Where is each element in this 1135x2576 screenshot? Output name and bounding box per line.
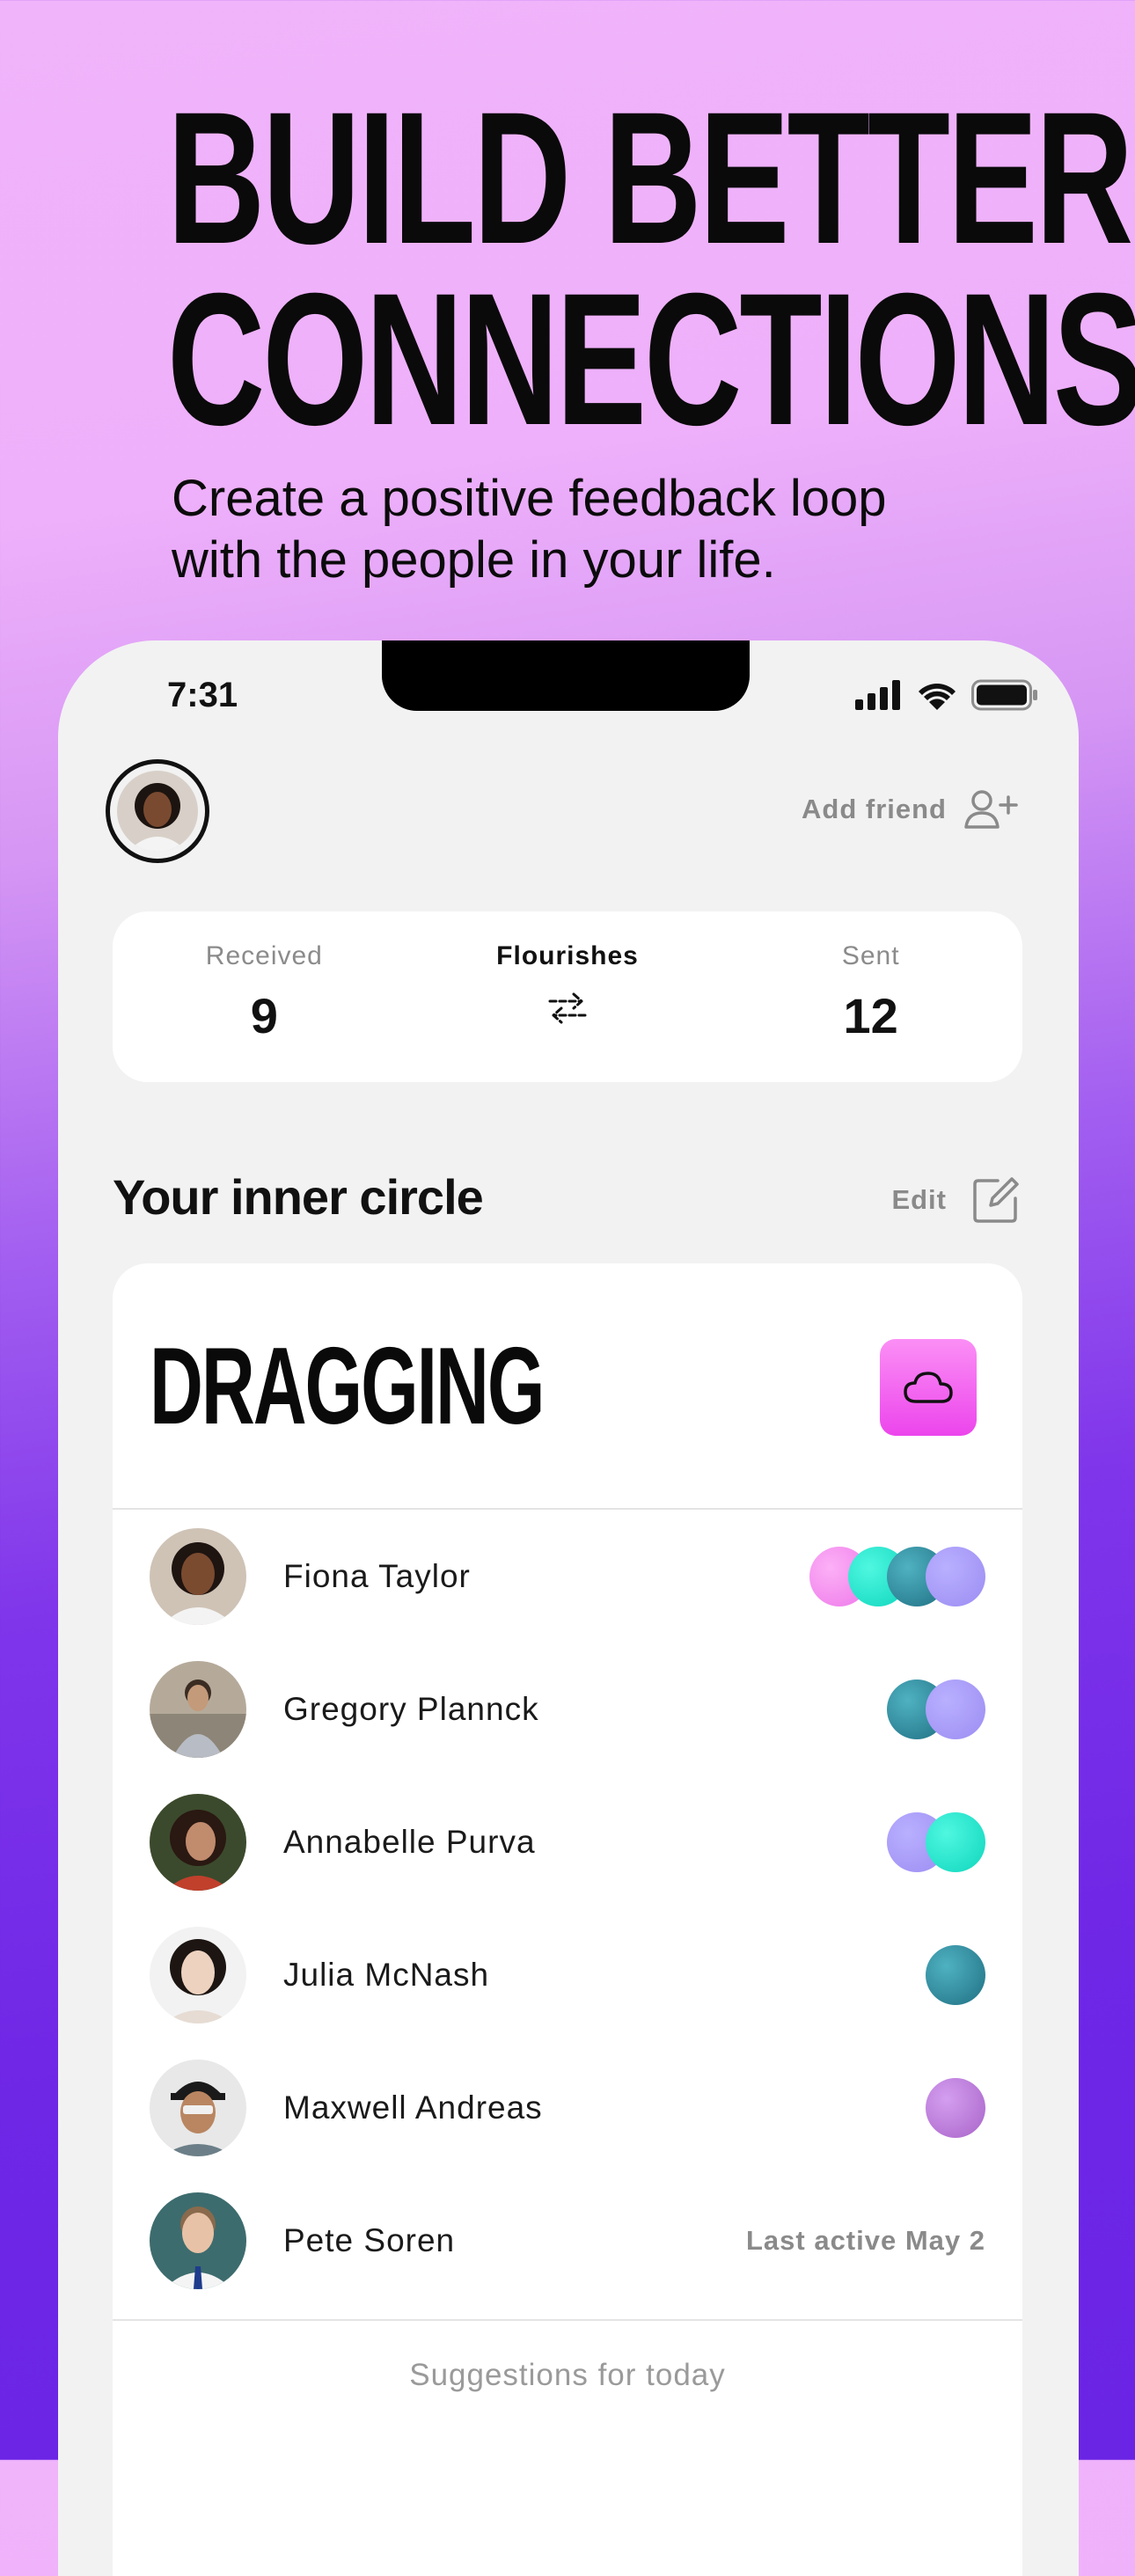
friend-avatar [150,1660,246,1758]
headline: BUILD BETTER CONNECTIONS [167,73,1135,465]
signal-icon [855,680,900,710]
phone-notch [382,640,750,711]
flourishes-stat[interactable]: Flourishes [416,911,720,1082]
friend-avatar [150,1527,246,1625]
friend-avatar [150,1926,246,2023]
friend-name: Fiona Taylor [283,1557,471,1594]
wifi-icon [919,684,956,710]
friend-name: Annabelle Purva [283,1823,536,1860]
flourish-dot [926,2077,985,2138]
flourish-dot [926,1679,985,1739]
status-time: 7:31 [167,676,238,714]
mood-header: DRAGGING [113,1263,1022,1510]
cloud-icon [904,1372,953,1403]
friend-name: Pete Soren [283,2221,456,2258]
received-label: Received [205,941,323,970]
flourish-dots [926,1944,985,2005]
friend-name: Gregory Plannck [283,1690,539,1727]
profile-photo [117,771,198,852]
flourish-dots [887,1679,985,1739]
flourishes-stats-card: Received 9 Flourishes Sent 12 [113,911,1022,1082]
flourishes-label: Flourishes [496,941,639,970]
subheadline-line-1: Create a positive feedback loop [172,470,887,527]
friend-name: Julia McNash [283,1956,490,1993]
flourish-dots [926,2077,985,2138]
friend-row-annabelle-purva[interactable]: Annabelle Purva [113,1775,1022,1908]
mood-title: DRAGGING [150,1326,545,1447]
subheadline: Create a positive feedback loop with the… [172,468,1051,591]
friend-row-fiona-taylor[interactable]: Fiona Taylor [113,1510,1022,1643]
friend-avatar [150,2192,246,2289]
friend-row-julia-mcnash[interactable]: Julia McNash [113,1908,1022,2041]
edit-label: Edit [891,1184,947,1215]
exchange-arrows-icon [548,992,587,1024]
friend-avatar [150,2059,246,2156]
flourish-dots [887,1811,985,1872]
flourish-dot [926,1546,985,1606]
inner-circle-card: DRAGGING Fiona Taylor Gregory Plannck An… [113,1263,1022,2576]
sent-label: Sent [841,941,900,970]
edit-icon [973,1177,1019,1223]
sent-stat[interactable]: Sent 12 [719,911,1022,1082]
friend-row-maxwell-andreas[interactable]: Maxwell Andreas [113,2041,1022,2174]
subheadline-line-2: with the people in your life. [172,531,776,589]
received-stat[interactable]: Received 9 [113,911,416,1082]
friend-row-gregory-plannck[interactable]: Gregory Plannck [113,1643,1022,1775]
profile-avatar[interactable] [106,759,209,863]
friend-avatar [150,1793,246,1891]
friend-name: Maxwell Andreas [283,2089,543,2126]
inner-circle-title: Your inner circle [113,1169,484,1225]
edit-button[interactable]: Edit [891,1175,1021,1225]
friend-row-pete-soren[interactable]: Pete Soren Last active May 2 [113,2174,1022,2307]
flourish-dots [809,1546,985,1606]
battery-icon [971,679,1037,711]
last-active-status: Last active May 2 [745,2224,985,2256]
mood-button[interactable] [880,1339,977,1436]
add-friend-label: Add friend [802,794,947,824]
add-friend-button[interactable]: Add friend [802,788,1021,831]
headline-line-2: CONNECTIONS [167,254,1135,465]
received-count: 9 [250,988,278,1043]
sent-count: 12 [843,988,898,1043]
flourish-dot [926,1811,985,1872]
status-icons [855,679,1038,711]
headline-line-1: BUILD BETTER [167,73,1133,283]
phone-frame: 7:31 Add friend Received 9 Flourishes Se… [58,640,1079,2576]
flourish-dot [926,1944,985,2005]
add-user-icon [964,790,1018,829]
suggestions-header[interactable]: Suggestions for today [113,2319,1022,2393]
